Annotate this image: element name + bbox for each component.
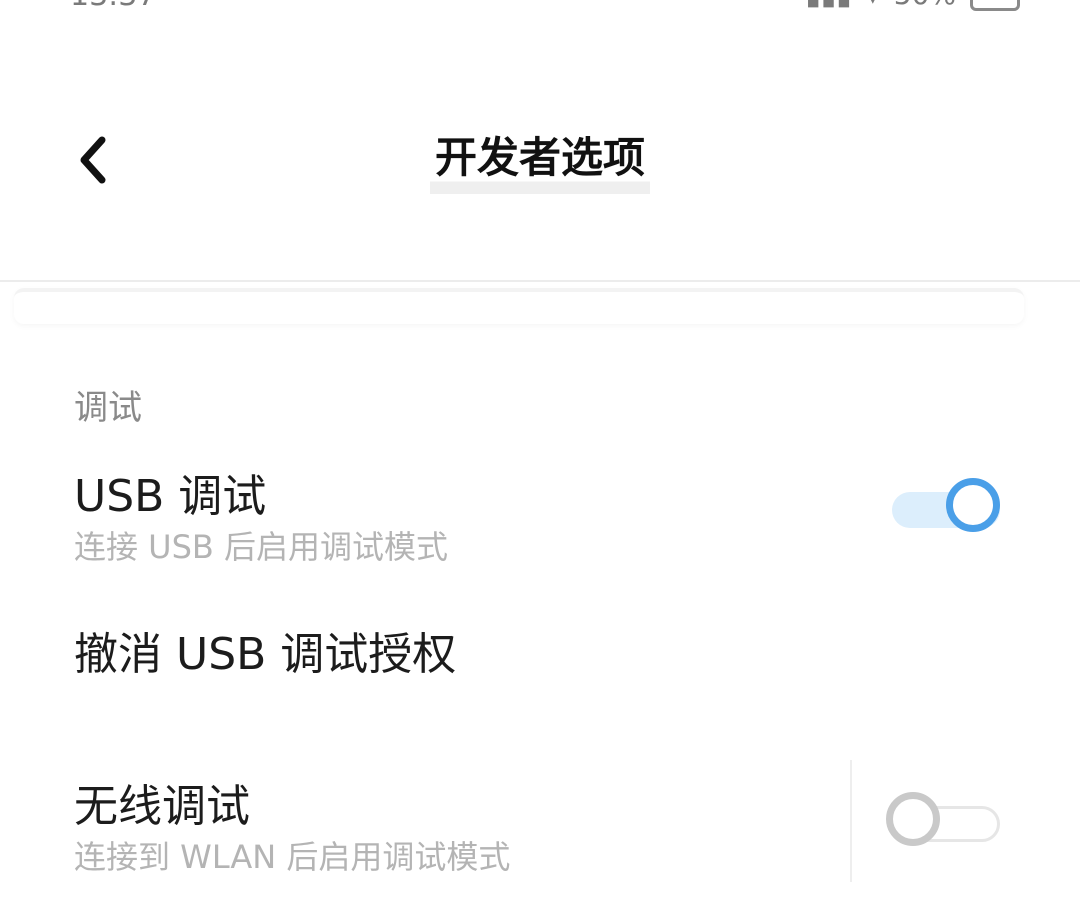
chevron-left-icon (80, 136, 106, 184)
revoke-usb-authorization-row[interactable]: 撤消 USB 调试授权 (0, 610, 1080, 700)
usb-debugging-description: 连接 USB 后启用调试模式 (74, 528, 449, 566)
signal-icon: ▮▮▮ (805, 0, 851, 11)
wireless-debugging-label: 无线调试 (74, 781, 250, 832)
battery-icon (970, 0, 1020, 11)
usb-debugging-toggle[interactable] (886, 476, 1006, 540)
wireless-debugging-description: 连接到 WLAN 后启用调试模式 (74, 838, 511, 876)
wireless-debugging-toggle[interactable] (886, 790, 1006, 854)
header-divider (0, 280, 1080, 282)
revoke-usb-authorization-label: 撤消 USB 调试授权 (74, 629, 457, 680)
toggle-knob (886, 792, 940, 846)
card-edge (14, 288, 1024, 324)
status-right: ▮▮▮ ▾ 50% (805, 0, 1020, 11)
page-title: 开发者选项 (430, 132, 650, 194)
usb-debugging-label: USB 调试 (74, 471, 267, 522)
wireless-divider (850, 760, 852, 882)
status-time: 13:37 (70, 0, 156, 13)
developer-options-screen: 13:37 ▮▮▮ ▾ 50% 开发者选项 调试 USB 调试 连接 USB 后… (0, 0, 1080, 921)
back-button[interactable] (62, 122, 132, 192)
header: 开发者选项 (0, 110, 1080, 210)
wifi-icon: ▾ (866, 0, 880, 11)
toggle-knob (946, 478, 1000, 532)
status-bar: 13:37 ▮▮▮ ▾ 50% (0, 0, 1080, 13)
section-label-debugging: 调试 (74, 388, 142, 428)
battery-percent: 50% (894, 0, 956, 11)
